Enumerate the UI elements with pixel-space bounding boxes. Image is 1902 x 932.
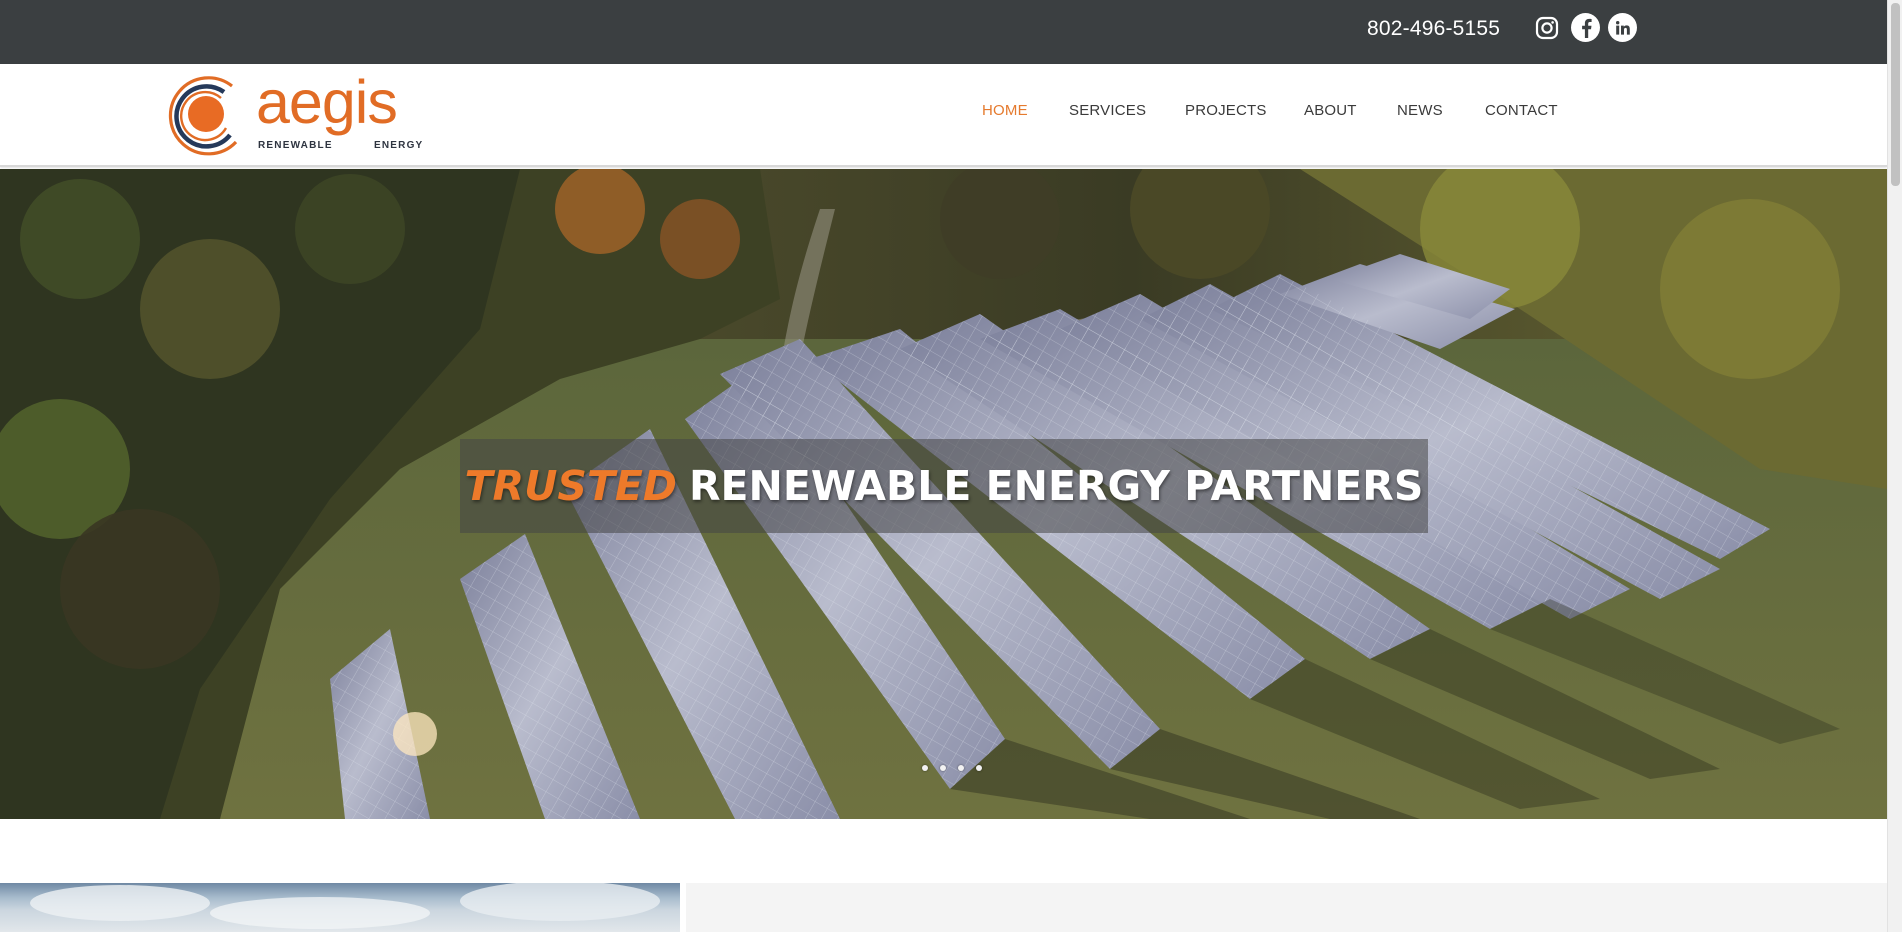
- hero-headline-box: TRUSTED RENEWABLE ENERGY PARTNERS: [460, 439, 1428, 533]
- nav-services[interactable]: SERVICES: [1069, 102, 1146, 119]
- nav-news[interactable]: NEWS: [1397, 102, 1443, 119]
- linkedin-icon[interactable]: [1608, 13, 1637, 42]
- slider-dots: [922, 765, 982, 771]
- top-bar: 802-496-5155: [0, 0, 1887, 64]
- headline-text: RENEWABLE ENERGY PARTNERS: [688, 462, 1424, 510]
- logo-tagline-left: RENEWABLE: [258, 140, 333, 151]
- slider-dot[interactable]: [940, 765, 946, 771]
- nav-projects[interactable]: PROJECTS: [1185, 102, 1267, 119]
- nav-contact[interactable]: CONTACT: [1485, 102, 1558, 119]
- logo-wordmark: aegis: [256, 68, 398, 136]
- facebook-icon[interactable]: [1571, 13, 1600, 42]
- hero-headline: TRUSTED RENEWABLE ENERGY PARTNERS: [460, 439, 1428, 533]
- logo-mark-icon: [168, 76, 238, 156]
- headline-accent: TRUSTED: [464, 462, 677, 510]
- instagram-icon[interactable]: [1532, 13, 1561, 42]
- slider-dot[interactable]: [958, 765, 964, 771]
- logo-tagline-right: ENERGY: [374, 140, 424, 151]
- scrollbar[interactable]: [1887, 0, 1902, 932]
- page: 802-496-5155 aegis RENEWABLE ENERGY HOME…: [0, 0, 1902, 932]
- phone-number[interactable]: 802-496-5155: [1367, 17, 1500, 41]
- hero-slider: TRUSTED RENEWABLE ENERGY PARTNERS: [0, 169, 1887, 819]
- nav-home[interactable]: HOME: [982, 102, 1028, 119]
- slider-dot[interactable]: [976, 765, 982, 771]
- nav-about[interactable]: ABOUT: [1304, 102, 1357, 119]
- content-panel: [686, 883, 1887, 932]
- site-header: aegis RENEWABLE ENERGY HOME SERVICES PRO…: [0, 64, 1887, 167]
- scrollbar-thumb[interactable]: [1891, 3, 1900, 186]
- featured-image: [0, 883, 680, 932]
- logo[interactable]: aegis RENEWABLE ENERGY: [166, 72, 426, 158]
- slider-dot[interactable]: [922, 765, 928, 771]
